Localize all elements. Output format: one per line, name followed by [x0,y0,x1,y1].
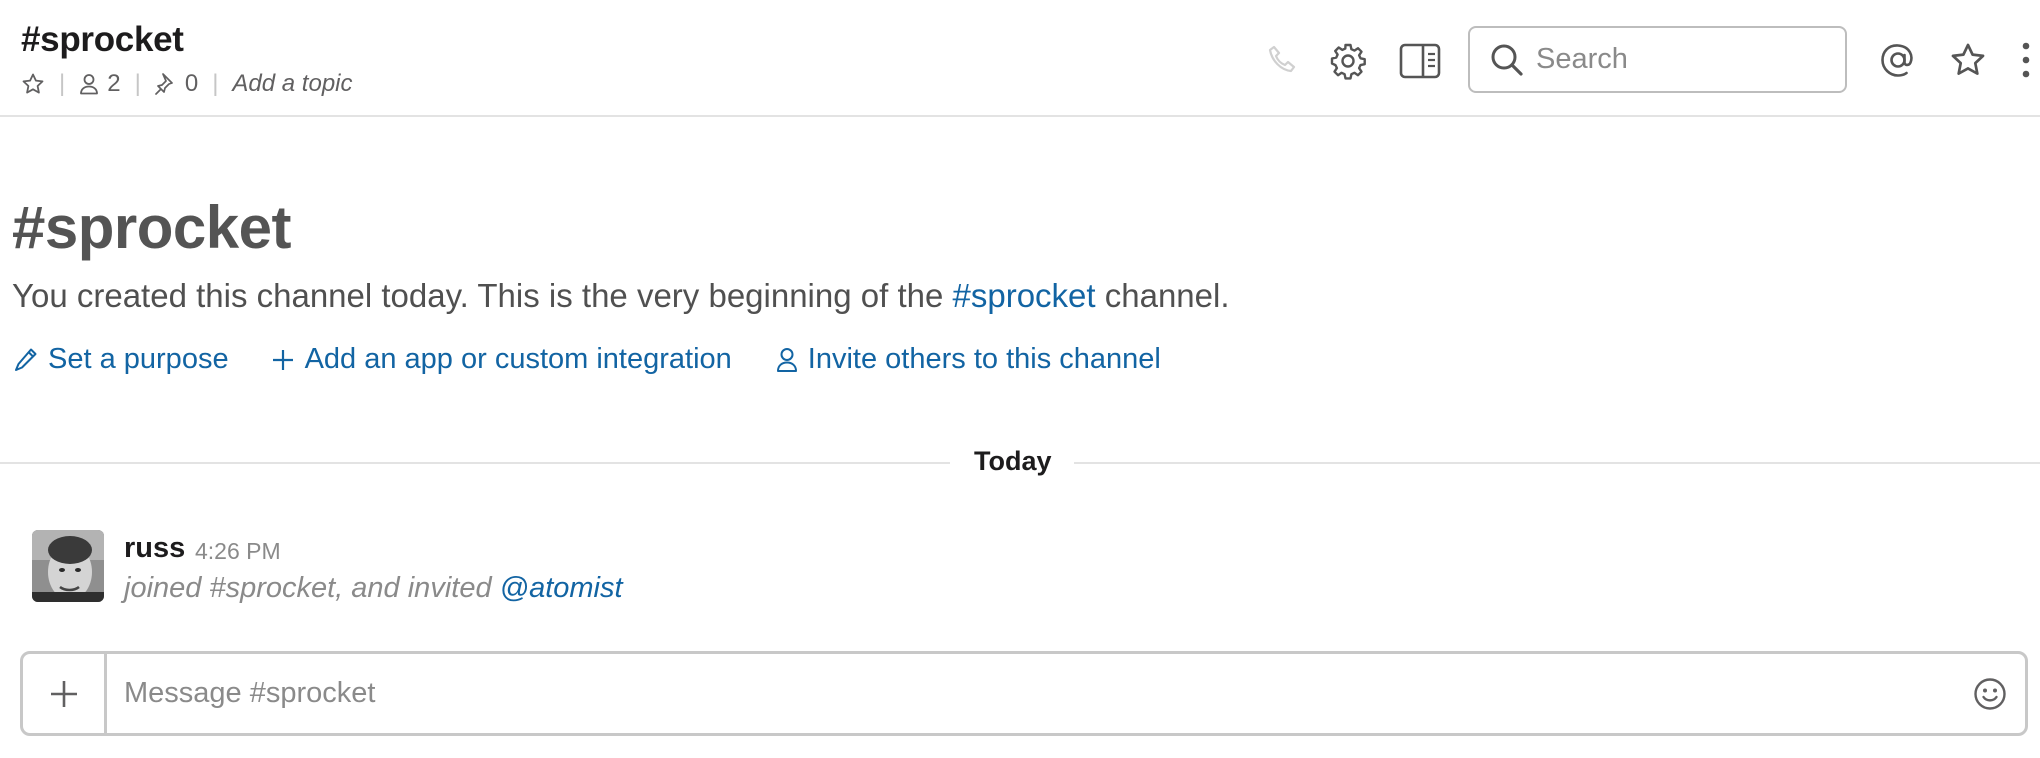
intro-text-after: channel. [1095,277,1230,314]
divider-line-right [1074,462,2040,464]
channel-link[interactable]: #sprocket [953,277,1096,314]
plus-icon [271,348,295,372]
separator: | [134,70,141,97]
user-mention[interactable]: @atomist [500,572,623,604]
message-text: joined #sprocket, and invited @atomist [124,572,623,605]
message-composer [20,651,2028,736]
member-count[interactable]: 2 [79,70,121,98]
intro-text-before: You created this channel today. This is … [12,277,953,314]
more-options-icon[interactable] [2016,38,2036,82]
set-purpose-label: Set a purpose [48,343,229,375]
message-timestamp[interactable]: 4:26 PM [195,538,281,565]
details-pane-icon[interactable] [1398,42,1442,80]
avatar[interactable] [32,530,104,602]
search-input[interactable] [1536,43,1836,76]
separator: | [59,70,66,97]
mentions-icon[interactable] [1878,40,1918,80]
add-app-link[interactable]: Add an app or custom integration [271,343,732,376]
divider-line-left [0,462,950,464]
invite-others-label: Invite others to this channel [807,343,1161,375]
gear-icon[interactable] [1328,41,1368,81]
search-icon [1490,43,1524,77]
message-author[interactable]: russ [124,532,185,565]
message-input[interactable] [107,654,1955,733]
pencil-icon [14,347,38,373]
phone-icon[interactable] [1264,42,1300,78]
invite-others-link[interactable]: Invite others to this channel [776,343,1161,376]
attach-button[interactable] [23,654,107,733]
set-purpose-link[interactable]: Set a purpose [14,343,229,376]
intro-title: #sprocket [12,194,291,261]
message-body: joined #sprocket, and invited [124,572,500,604]
person-icon [776,347,798,373]
pin-icon [154,72,177,96]
day-divider-label: Today [974,446,1052,476]
intro-description: You created this channel today. This is … [12,277,1230,315]
smiley-icon [1973,677,2007,711]
plus-icon [49,679,79,709]
star-icon[interactable] [21,72,45,96]
starred-items-icon[interactable] [1948,40,1988,80]
pinned-count-value: 0 [184,70,199,97]
emoji-button[interactable] [1955,654,2025,733]
intro-actions: Set a purpose Add an app or custom integ… [14,343,1161,376]
pinned-count[interactable]: 0 [154,70,199,98]
member-count-value: 2 [107,70,121,97]
person-icon [79,73,99,95]
add-app-label: Add an app or custom integration [304,343,732,375]
channel-header: #sprocket | 2 | 0 | Add a topic [0,0,2040,117]
separator: | [212,70,219,97]
search-box[interactable] [1468,26,1847,93]
channel-title[interactable]: #sprocket [21,20,184,60]
add-topic-link[interactable]: Add a topic [232,70,352,98]
channel-meta: | 2 | 0 | Add a topic [21,68,353,100]
